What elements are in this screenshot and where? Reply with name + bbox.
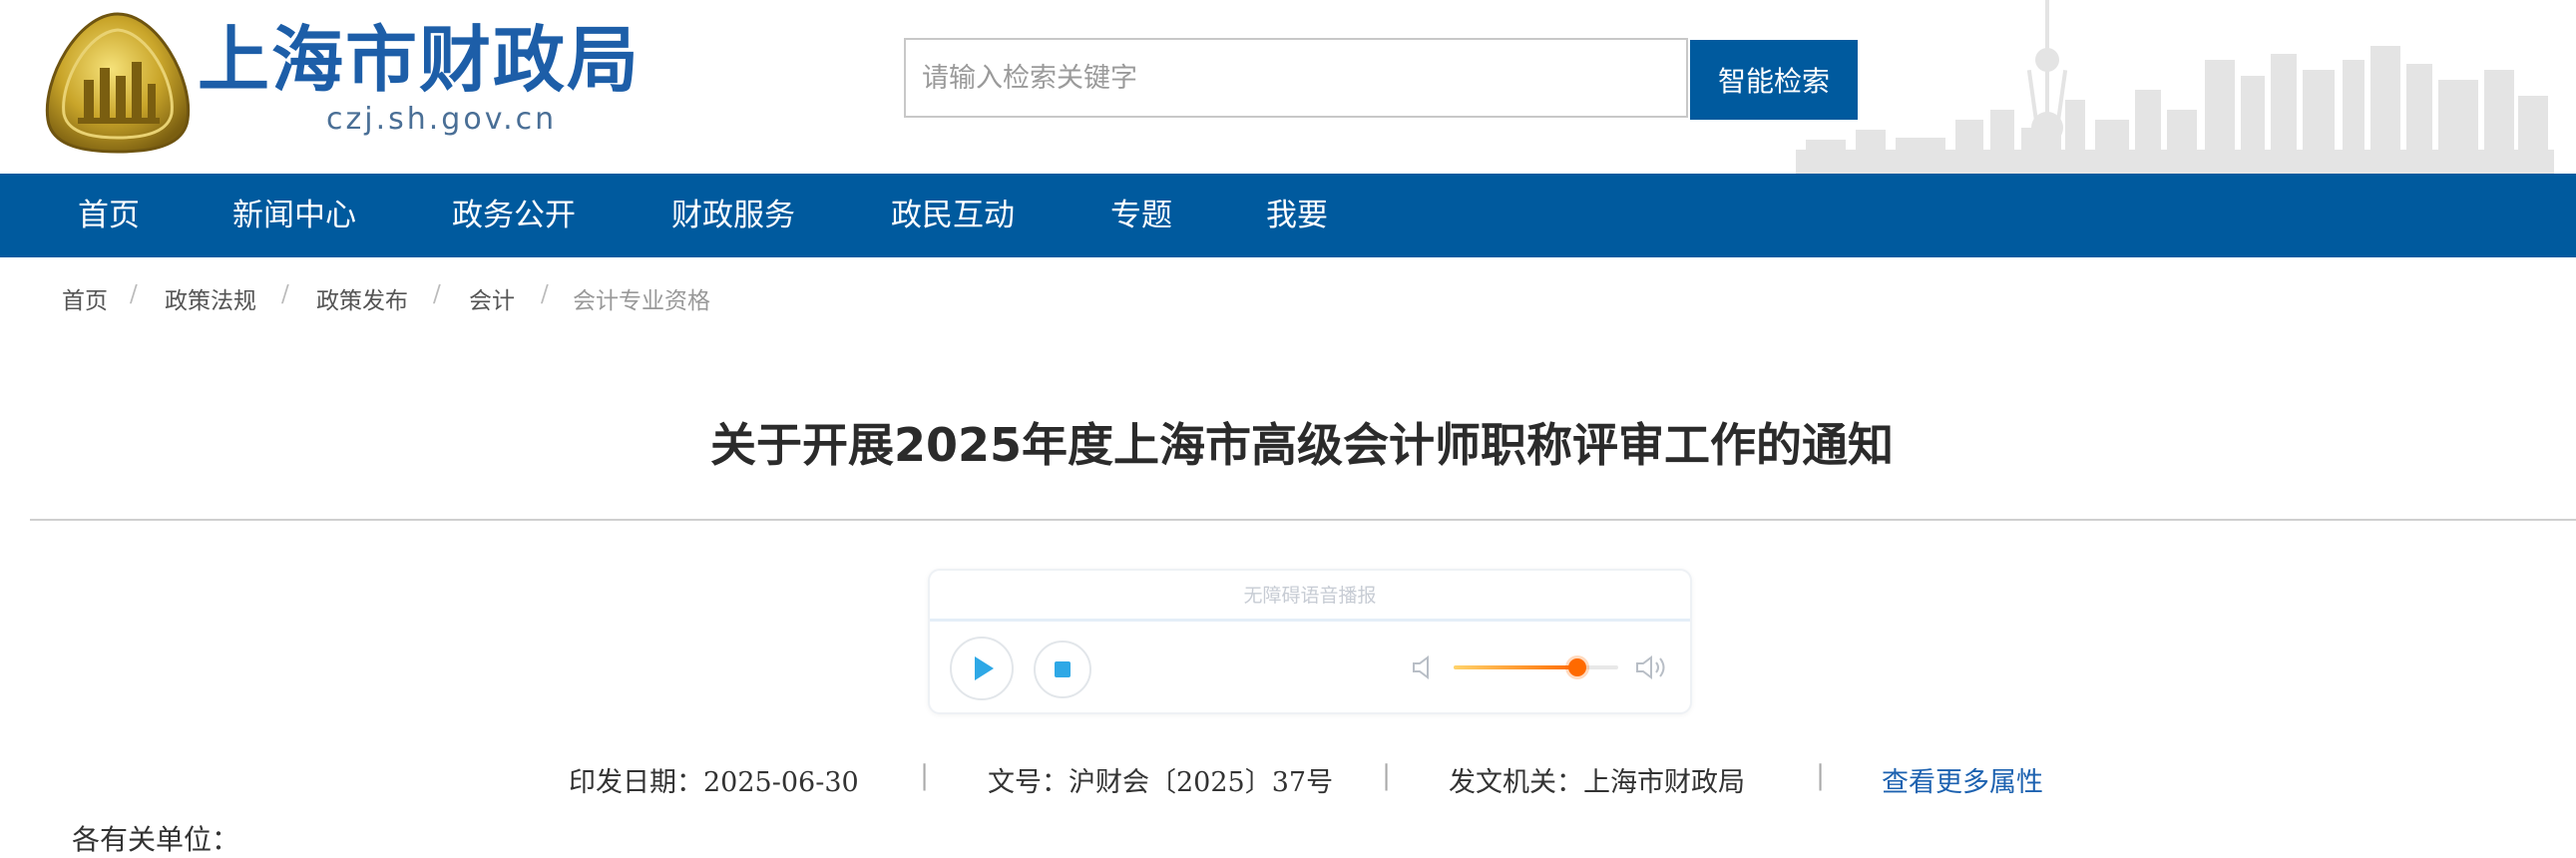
city-skyline-decoration bbox=[1796, 0, 2554, 174]
document-number: 文号：沪财会〔2025〕37号 bbox=[988, 767, 1334, 798]
site-header: 上海市财政局 czj.sh.gov.cn 智能检索 bbox=[0, 0, 2576, 174]
breadcrumb-separator: / bbox=[281, 281, 289, 307]
publish-date: 印发日期：2025-06-30 bbox=[569, 767, 859, 798]
play-icon bbox=[975, 656, 994, 680]
volume-slider-handle[interactable] bbox=[1567, 658, 1586, 676]
nav-item-finance-services[interactable]: 财政服务 bbox=[671, 174, 795, 257]
breadcrumb-accounting[interactable]: 会计 bbox=[469, 281, 515, 315]
nav-item-interaction[interactable]: 政民互动 bbox=[891, 174, 1015, 257]
meta-separator: | bbox=[920, 760, 930, 791]
shanghai-finance-logo-icon[interactable] bbox=[38, 10, 198, 155]
breadcrumb-policy-regulations[interactable]: 政策法规 bbox=[165, 281, 256, 315]
breadcrumb-home[interactable]: 首页 bbox=[62, 281, 108, 315]
nav-item-topics[interactable]: 专题 bbox=[1110, 174, 1172, 257]
main-nav: 首页 新闻中心 政务公开 财政服务 政民互动 专题 我要 bbox=[0, 174, 2576, 257]
player-title: 无障碍语音播报 bbox=[1243, 585, 1377, 607]
view-more-attributes-link[interactable]: 查看更多属性 bbox=[1882, 760, 2043, 799]
nav-item-news[interactable]: 新闻中心 bbox=[232, 174, 356, 257]
nav-item-home[interactable]: 首页 bbox=[78, 174, 140, 257]
meta-separator: | bbox=[1382, 760, 1392, 791]
article-salutation: 各有关单位： bbox=[72, 823, 240, 856]
player-progress-line[interactable] bbox=[930, 619, 1690, 622]
meta-separator: | bbox=[1816, 760, 1826, 791]
nav-item-gov-affairs[interactable]: 政务公开 bbox=[452, 174, 576, 257]
search-input[interactable] bbox=[904, 38, 1688, 118]
volume-slider-fill bbox=[1454, 665, 1577, 669]
nav-item-i-want[interactable]: 我要 bbox=[1266, 174, 1328, 257]
issuing-authority: 发文机关：上海市财政局 bbox=[1449, 767, 1745, 798]
volume-slider[interactable] bbox=[1454, 658, 1618, 676]
title-divider bbox=[30, 519, 2576, 521]
volume-high-icon[interactable] bbox=[1634, 652, 1670, 682]
breadcrumb-policy-release[interactable]: 政策发布 bbox=[316, 281, 408, 315]
play-button[interactable] bbox=[950, 637, 1014, 700]
breadcrumb-separator: / bbox=[433, 281, 441, 307]
stop-icon bbox=[1055, 661, 1071, 677]
article-title: 关于开展2025年度上海市高级会计师职称评审工作的通知 bbox=[709, 418, 1895, 472]
breadcrumb-separator: / bbox=[130, 281, 138, 307]
site-name: 上海市财政局 bbox=[198, 18, 642, 102]
volume-low-icon[interactable] bbox=[1409, 652, 1439, 682]
breadcrumb-separator: / bbox=[541, 281, 549, 307]
breadcrumb-accounting-qualification: 会计专业资格 bbox=[573, 288, 710, 314]
site-domain: czj.sh.gov.cn bbox=[326, 102, 558, 137]
accessibility-audio-player: 无障碍语音播报 bbox=[928, 569, 1692, 714]
stop-button[interactable] bbox=[1034, 641, 1091, 698]
